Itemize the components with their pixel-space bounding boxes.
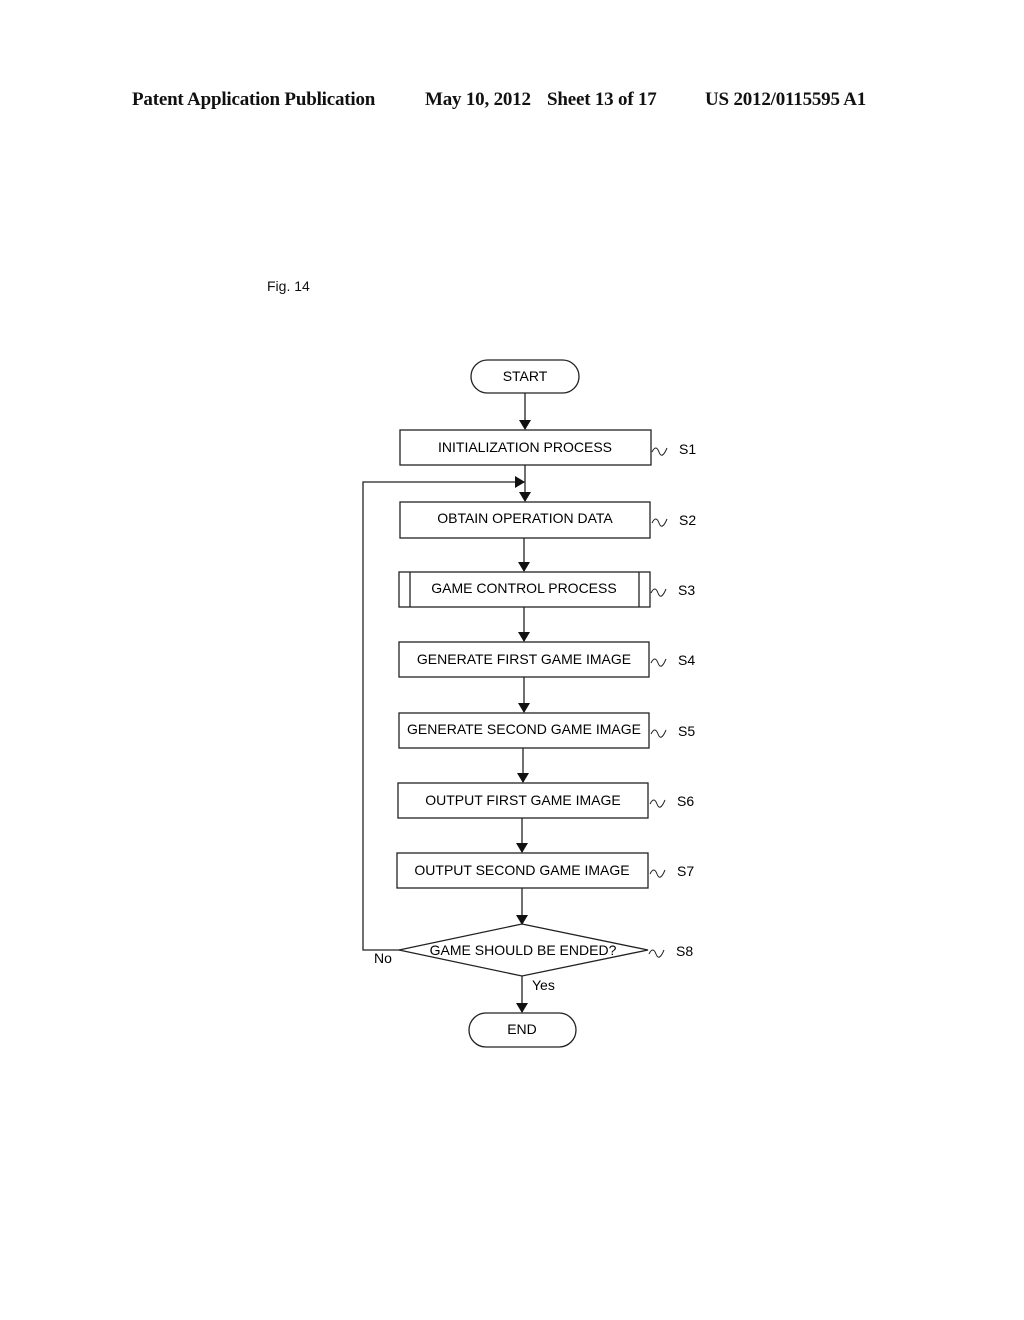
step-s1-text: INITIALIZATION PROCESS bbox=[438, 439, 612, 455]
label-s1: S1 bbox=[679, 441, 696, 457]
step-s3: GAME CONTROL PROCESS bbox=[398, 571, 651, 608]
decision-s8: GAME SHOULD BE ENDED? bbox=[398, 923, 649, 977]
step-s5: GENERATE SECOND GAME IMAGE bbox=[398, 712, 650, 749]
step-s2-text: OBTAIN OPERATION DATA bbox=[437, 510, 613, 526]
leader-s1-icon bbox=[651, 447, 668, 456]
step-s2: OBTAIN OPERATION DATA bbox=[399, 501, 651, 539]
step-s7: OUTPUT SECOND GAME IMAGE bbox=[396, 852, 649, 889]
step-s5-text: GENERATE SECOND GAME IMAGE bbox=[407, 721, 641, 737]
start-label: START bbox=[503, 368, 548, 384]
step-s7-text: OUTPUT SECOND GAME IMAGE bbox=[414, 862, 629, 878]
leader-s2-icon bbox=[651, 518, 668, 527]
label-s3: S3 bbox=[678, 582, 695, 598]
end-label: END bbox=[507, 1021, 537, 1037]
step-s3-text: GAME CONTROL PROCESS bbox=[431, 580, 616, 596]
leader-s6-icon bbox=[649, 799, 666, 808]
leader-s4-icon bbox=[650, 658, 667, 667]
step-s4: GENERATE FIRST GAME IMAGE bbox=[398, 641, 650, 678]
yes-label: Yes bbox=[532, 977, 555, 993]
label-s7: S7 bbox=[677, 863, 694, 879]
label-s6: S6 bbox=[677, 793, 694, 809]
step-s4-text: GENERATE FIRST GAME IMAGE bbox=[417, 651, 631, 667]
start-terminator: START bbox=[470, 359, 580, 394]
step-s6-text: OUTPUT FIRST GAME IMAGE bbox=[425, 792, 621, 808]
label-s5: S5 bbox=[678, 723, 695, 739]
step-s1: INITIALIZATION PROCESS bbox=[399, 429, 652, 466]
leader-s5-icon bbox=[650, 729, 667, 738]
leader-s3-icon bbox=[650, 588, 667, 597]
leader-s7-icon bbox=[649, 869, 666, 878]
end-terminator: END bbox=[468, 1012, 577, 1048]
step-labels: S1 S2 S3 S4 S5 S6 S7 S8 bbox=[648, 441, 696, 959]
leader-s8-icon bbox=[648, 949, 665, 958]
label-s8: S8 bbox=[676, 943, 693, 959]
decision-s8-text: GAME SHOULD BE ENDED? bbox=[430, 942, 617, 958]
label-s4: S4 bbox=[678, 652, 695, 668]
label-s2: S2 bbox=[679, 512, 696, 528]
no-label: No bbox=[374, 950, 392, 966]
step-s6: OUTPUT FIRST GAME IMAGE bbox=[397, 782, 649, 819]
flowchart: START INITIALIZATION PROCESS OBTAIN OPER… bbox=[362, 359, 696, 1048]
